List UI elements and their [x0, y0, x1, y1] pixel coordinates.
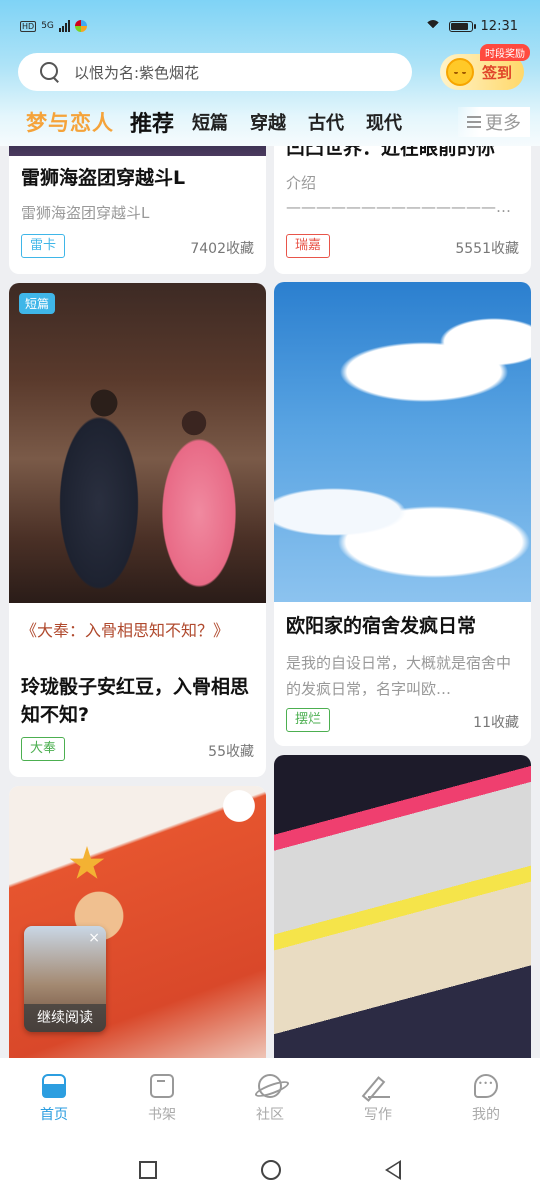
nav-label: 书架 — [148, 1107, 176, 1123]
cover-image — [9, 283, 266, 603]
header: HD 5G 12:31 以恨为名:紫色烟花 时段奖励 签到 梦与恋人 推荐 短篇… — [0, 0, 540, 146]
nav-label: 首页 — [40, 1107, 68, 1123]
hd-indicator: HD — [20, 20, 37, 32]
nav-label: 社区 — [256, 1107, 284, 1123]
tab-short[interactable]: 短篇 — [192, 109, 228, 135]
search-bar[interactable]: 以恨为名:紫色烟花 — [18, 53, 412, 91]
fav-count: 55收藏 — [208, 744, 254, 760]
story-desc-line2: ——————————————… — [286, 198, 511, 216]
story-desc: 介绍 — [286, 174, 317, 192]
reward-badge: 时段奖励 — [480, 44, 530, 61]
close-icon[interactable]: × — [88, 930, 100, 946]
nav-profile[interactable]: 我的 — [432, 1058, 540, 1140]
story-tag[interactable]: 大奉 — [21, 737, 66, 761]
profile-icon — [474, 1074, 498, 1098]
app-notification-icon — [74, 20, 87, 32]
story-tag[interactable]: 瑞嘉 — [286, 234, 331, 258]
tab-recommend[interactable]: 推荐 — [130, 106, 174, 138]
bottom-nav: 首页 书架 社区 写作 我的 — [0, 1058, 540, 1140]
nav-label: 写作 — [364, 1107, 392, 1123]
home-button[interactable] — [261, 1160, 281, 1180]
story-title: 凹凸世界：近在眼前的你 — [286, 146, 496, 159]
write-icon — [366, 1074, 390, 1098]
more-label: 更多 — [485, 113, 521, 134]
story-tag[interactable]: 摆烂 — [286, 708, 331, 732]
story-card[interactable] — [274, 755, 531, 1058]
bookshelf-icon — [150, 1074, 174, 1098]
nav-label: 我的 — [472, 1107, 500, 1123]
community-icon — [258, 1074, 282, 1098]
nav-community[interactable]: 社区 — [216, 1058, 324, 1140]
recents-button[interactable] — [139, 1161, 157, 1179]
fav-count: 7402收藏 — [190, 241, 254, 257]
short-story-badge: 短篇 — [19, 293, 56, 314]
story-title: 雷狮海盗团穿越斗L — [21, 167, 186, 189]
search-icon — [40, 62, 60, 82]
more-tabs-button[interactable]: 更多 — [458, 107, 530, 137]
story-feed[interactable]: 雷狮海盗团穿越斗L 雷狮海盗团穿越斗L 雷卡 7402收藏 凹凸世界：近在眼前的… — [0, 146, 540, 1058]
story-card[interactable]: 雷狮海盗团穿越斗L 雷狮海盗团穿越斗L 雷卡 7402收藏 — [9, 146, 266, 274]
fav-count: 5551收藏 — [455, 241, 519, 257]
cover-image — [274, 755, 531, 1058]
checkin-label: 签到 — [482, 63, 513, 82]
category-tabs: 梦与恋人 推荐 短篇 穿越 古代 现代 更多 — [0, 100, 540, 144]
signal-icon — [58, 20, 70, 32]
story-quote: 《大奉：入骨相思知不知？》 — [21, 621, 230, 640]
system-nav-bar — [0, 1140, 540, 1200]
status-bar: HD 5G 12:31 — [0, 0, 540, 52]
tab-modern[interactable]: 现代 — [366, 109, 402, 135]
nav-home[interactable]: 首页 — [0, 1058, 108, 1140]
story-card[interactable]: 欧阳家的宿舍发疯日常 是我的自设日常，大概就是宿舍中的发疯日常，名字叫欧… 摆烂… — [274, 282, 531, 746]
tab-brand[interactable]: 梦与恋人 — [26, 107, 114, 137]
cover-image — [9, 146, 266, 156]
story-card[interactable]: 短篇 《大奉：入骨相思知不知？》 玲珑骰子安红豆，入骨相思知不知? 大奉 55收… — [9, 283, 266, 777]
home-icon — [42, 1074, 66, 1098]
story-title: 玲珑骰子安红豆，入骨相思知不知? — [21, 676, 250, 726]
tab-timetravel[interactable]: 穿越 — [250, 109, 286, 135]
story-card[interactable]: 凹凸世界：近在眼前的你 介绍 ——————————————… 瑞嘉 5551收藏 — [274, 146, 531, 274]
smiley-coin-icon — [446, 58, 474, 86]
story-desc: 雷狮海盗团穿越斗L — [21, 204, 150, 222]
story-title: 欧阳家的宿舍发疯日常 — [286, 615, 477, 637]
tab-ancient[interactable]: 古代 — [308, 109, 344, 135]
story-desc: 是我的自设日常，大概就是宿舍中的发疯日常，名字叫欧… — [286, 654, 512, 698]
clock: 12:31 — [480, 18, 518, 34]
search-placeholder: 以恨为名:紫色烟花 — [74, 63, 200, 82]
fav-count: 11收藏 — [473, 715, 519, 731]
network-type: 5G — [41, 21, 54, 31]
battery-icon — [448, 20, 476, 32]
checkin-button[interactable]: 时段奖励 签到 — [440, 44, 530, 90]
back-button[interactable] — [385, 1160, 401, 1180]
cover-image — [274, 282, 531, 602]
continue-reading-widget[interactable]: × 继续阅读 — [24, 926, 106, 1032]
wifi-icon — [425, 20, 441, 32]
nav-write[interactable]: 写作 — [324, 1058, 432, 1140]
story-tag[interactable]: 雷卡 — [21, 234, 66, 258]
menu-icon — [467, 116, 481, 128]
continue-reading-label: 继续阅读 — [24, 1004, 106, 1032]
nav-bookshelf[interactable]: 书架 — [108, 1058, 216, 1140]
